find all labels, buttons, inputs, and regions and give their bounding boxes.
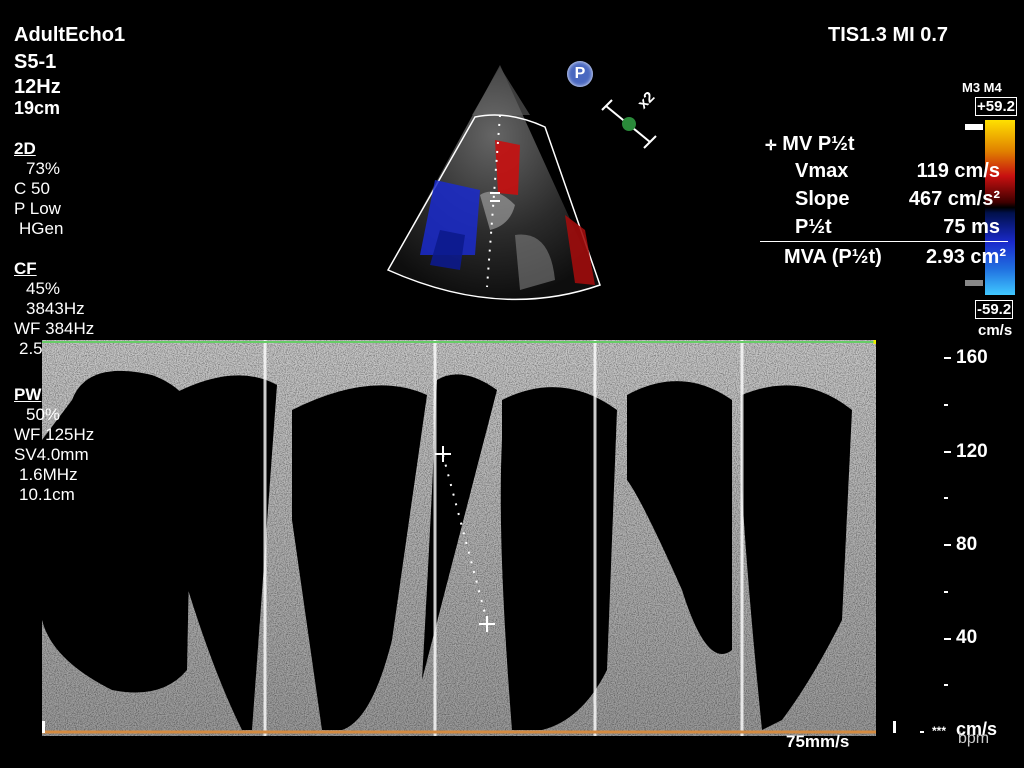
- timeline-end-tick: [893, 721, 896, 733]
- param-cf-gain: 45%: [26, 279, 61, 298]
- color-bar-unit: cm/s: [978, 322, 1013, 339]
- scale-tick-minor: [944, 591, 948, 593]
- measurement-row-slope-value: 467 cm/s²: [908, 188, 1000, 210]
- heart-rate-unit: bpm: [958, 730, 990, 747]
- param-pw-gain: 50%: [26, 405, 61, 424]
- color-bar-baseline-marker-low: [965, 280, 983, 286]
- measurement-row-vmax-value: 119 cm/s: [916, 160, 1000, 182]
- color-bar-bottom: -59.2: [975, 300, 1014, 319]
- probe-marker-icon: P: [567, 61, 593, 87]
- measurement-title: ✛ MV P½t: [765, 133, 855, 156]
- section-pw-title: PW: [14, 385, 42, 404]
- measurement-row-pht-value: 75 ms: [943, 216, 1000, 238]
- doppler-spectrum: [42, 340, 876, 736]
- heart-rate-value: ***: [932, 724, 947, 738]
- scale-tick-80: [944, 544, 951, 546]
- depth: 19cm: [14, 98, 61, 118]
- section-2d-title: 2D: [14, 139, 36, 158]
- scale-label-160: 160: [956, 347, 988, 368]
- param-pw-sv: SV4.0mm: [14, 445, 89, 464]
- sweep-speed: 75mm/s: [786, 732, 850, 751]
- param-2d-freq: HGen: [19, 219, 64, 238]
- scale-tick-120: [944, 451, 951, 453]
- param-pw-wf: WF 125Hz: [14, 425, 95, 444]
- param-2d-compress: C 50: [14, 179, 50, 198]
- probe-name: S5-1: [14, 51, 57, 73]
- param-pw-depth: 10.1cm: [19, 485, 75, 504]
- param-2d-power: P Low: [14, 199, 61, 218]
- scale-label-80: 80: [956, 534, 978, 555]
- color-map-label: M3 M4: [962, 80, 1002, 95]
- scale-tick-160: [944, 357, 951, 359]
- param-cf-wf: WF 384Hz: [14, 319, 95, 338]
- scale-tick-40: [944, 638, 951, 640]
- frame-rate: 12Hz: [14, 76, 61, 98]
- param-pw-freq: 1.6MHz: [19, 465, 78, 484]
- measurement-result-label: MVA (P½t): [784, 246, 882, 268]
- section-cf-title: CF: [14, 259, 37, 278]
- preset-name: AdultEcho1: [14, 24, 126, 46]
- color-bar-top: +59.2: [975, 97, 1017, 116]
- measurement-row-pht-label: P½t: [795, 216, 832, 238]
- scale-tick-minor: [944, 497, 948, 499]
- scale-tick-minor: [944, 684, 948, 686]
- measurement-divider: [760, 241, 1008, 242]
- param-cf-prf: 3843Hz: [26, 299, 85, 318]
- measurement-row-slope-label: Slope: [795, 188, 850, 210]
- scale-label-120: 120: [956, 441, 988, 462]
- measurement-row-vmax-label: Vmax: [795, 160, 849, 182]
- scale-tick-minor: [944, 404, 948, 406]
- sector-image: [386, 65, 601, 301]
- measurement-title-label: MV P½t: [782, 133, 855, 155]
- scale-label-40: 40: [956, 627, 978, 648]
- color-bar-baseline-marker: [965, 124, 983, 130]
- measurement-result-value: 2.93 cm²: [925, 246, 1006, 268]
- scale-tick-baseline: [920, 731, 924, 733]
- timeline-start-tick: [42, 721, 45, 733]
- param-2d-gain: 73%: [26, 159, 61, 178]
- crosshair-icon: ✛: [765, 137, 777, 153]
- thermal-mechanical-index: TIS1.3 MI 0.7: [828, 24, 949, 46]
